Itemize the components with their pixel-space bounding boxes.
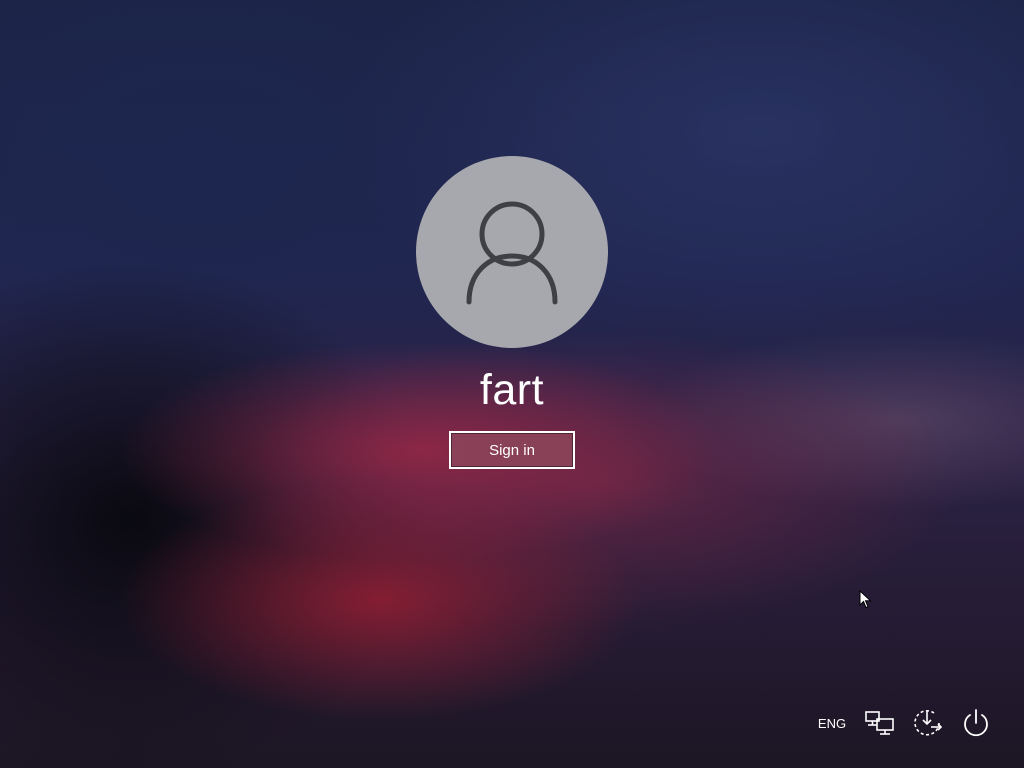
user-silhouette-icon [466,201,558,305]
network-icon [865,711,894,735]
user-avatar [416,156,608,348]
input-language-button[interactable]: ENG [812,712,852,734]
power-button[interactable] [958,705,994,741]
ease-of-access-icon [914,709,943,736]
sign-in-button[interactable]: Sign in [449,431,575,469]
mouse-cursor-icon [859,590,872,609]
ease-of-access-button[interactable] [909,705,945,741]
login-panel: fart Sign in [0,0,1024,768]
power-icon [964,709,988,737]
user-name: fart [479,366,545,414]
network-button[interactable] [862,705,898,741]
sign-in-button-label: Sign in [489,441,535,459]
